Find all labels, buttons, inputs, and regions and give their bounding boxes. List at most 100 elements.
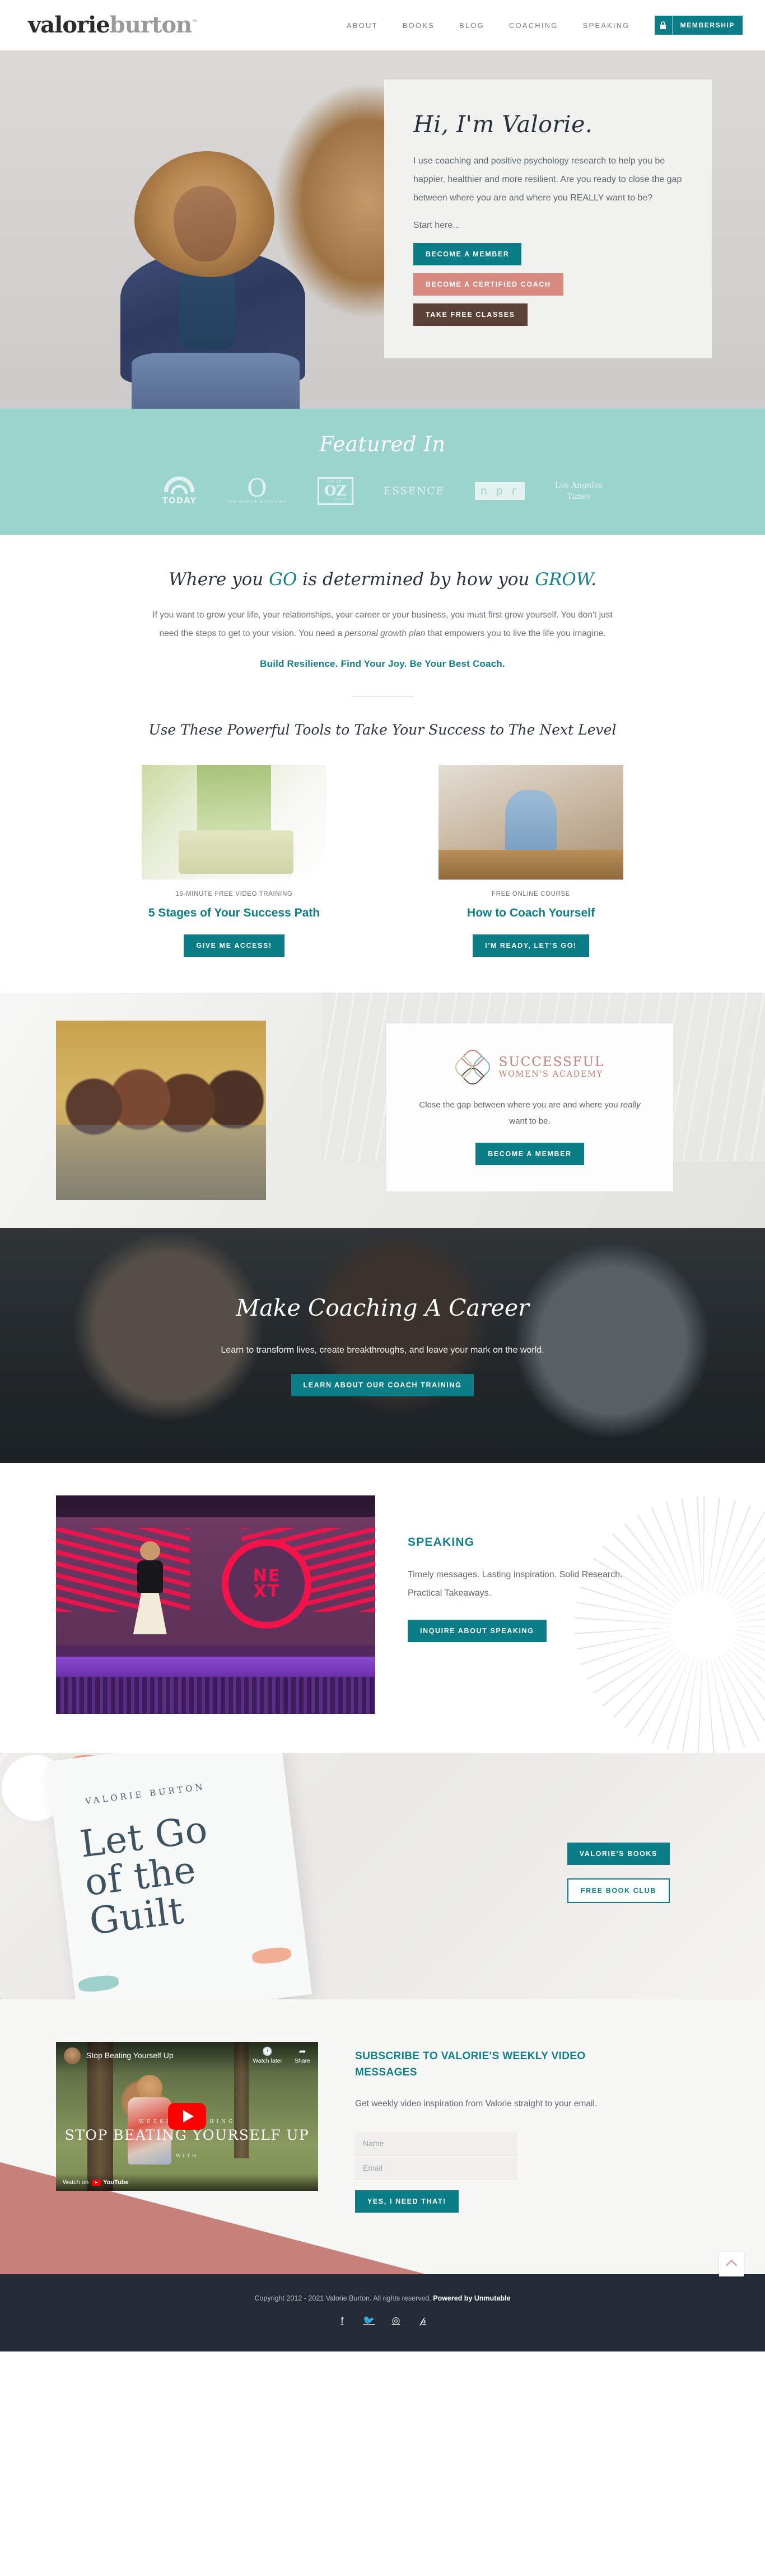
- swa-description-part2: want to be.: [509, 1116, 551, 1126]
- video-bottom-bar: Watch on YouTube: [56, 2174, 318, 2191]
- coaching-career-section: Make Coaching A Career Learn to transfor…: [0, 1228, 765, 1464]
- grow-heading-part2: is determined by how you: [297, 569, 535, 590]
- speaking-content: NE XT SPEAKING Timely messages. Lasting i…: [0, 1495, 765, 1714]
- chevron-up-icon: [726, 2260, 737, 2271]
- lock-icon: [655, 16, 673, 35]
- grow-tagline: Build Resilience. Find Your Joy. Be Your…: [260, 658, 505, 670]
- book-button-group: VALORIE'S BOOKS FREE BOOK CLUB: [567, 1843, 670, 1904]
- speaker-figure: [133, 1541, 167, 1635]
- youtube-play-icon: [92, 2179, 101, 2186]
- grow-heading-part1: Where you: [168, 569, 269, 590]
- swa-description: Close the gap between where you are and …: [409, 1097, 650, 1130]
- name-input[interactable]: [355, 2131, 517, 2156]
- email-input[interactable]: [355, 2156, 517, 2180]
- essence-logo: ESSENCE: [384, 485, 445, 497]
- page-root: valorieburton™ ABOUT BOOKS BLOG COACHING…: [0, 0, 765, 2351]
- subscribe-heading: SUBSCRIBE TO VALORIE'S WEEKLY VIDEO MESS…: [355, 2050, 586, 2078]
- swa-brand-line1: SUCCESSFUL: [498, 1055, 605, 1070]
- share-button[interactable]: ➦ Share: [295, 2047, 310, 2064]
- book-title: Let Go of the Guilt: [78, 1808, 219, 1943]
- subscribe-section: Stop Beating Yourself Up 🕐 Watch later ➦…: [0, 1999, 765, 2274]
- subscribe-submit-button[interactable]: YES, I NEED THAT!: [355, 2190, 459, 2213]
- swa-flower-icon: [451, 1046, 493, 1088]
- la-times-logo-line2: Times: [567, 492, 591, 501]
- free-book-club-button[interactable]: FREE BOOK CLUB: [567, 1878, 670, 1904]
- hero-body-text: I use coaching and positive psychology r…: [413, 156, 682, 203]
- membership-button[interactable]: MEMBERSHIP: [654, 16, 743, 35]
- im-ready-lets-go-button[interactable]: I'M READY, LET'S GO!: [473, 934, 589, 957]
- watch-later-button[interactable]: 🕐 Watch later: [253, 2047, 282, 2064]
- career-title: Make Coaching A Career: [236, 1294, 529, 1322]
- book-teal-swatch: [77, 1974, 120, 1994]
- give-me-access-button[interactable]: GIVE ME ACCESS!: [184, 934, 284, 957]
- grow-heading-grow: GROW: [535, 569, 591, 590]
- valories-books-button[interactable]: VALORIE'S BOOKS: [567, 1843, 670, 1866]
- swa-become-a-member-button[interactable]: BECOME A MEMBER: [475, 1143, 584, 1166]
- site-logo[interactable]: valorieburton™: [28, 12, 198, 38]
- nav-item-about[interactable]: ABOUT: [334, 21, 390, 30]
- footer-social-links: f 🐦 ◎ 𝓅: [0, 2315, 765, 2327]
- clock-icon: 🕐: [262, 2047, 273, 2057]
- speaking-section: NE XT SPEAKING Timely messages. Lasting i…: [0, 1463, 765, 1754]
- facebook-icon[interactable]: f: [336, 2315, 348, 2327]
- video-overlay-with: WITH: [176, 2153, 198, 2159]
- learn-about-coach-training-button[interactable]: LEARN ABOUT OUR COACH TRAINING: [291, 1374, 474, 1397]
- successful-womens-academy-section: SUCCESSFUL WOMEN'S ACADEMY Close the gap…: [0, 993, 765, 1228]
- tools-grid: 15-MINUTE FREE VIDEO TRAINING 5 Stages o…: [0, 765, 765, 957]
- tool-image-woman-in-kitchen[interactable]: [439, 765, 623, 880]
- subscribe-content: Stop Beating Yourself Up 🕐 Watch later ➦…: [0, 2042, 765, 2213]
- grow-body-part2: that empowers you to live the life you i…: [425, 628, 606, 638]
- hero-jeans-shape: [132, 353, 300, 409]
- tool-title-1: 5 Stages of Your Success Path: [148, 906, 320, 920]
- footer-powered-by[interactable]: Powered by Unmutable: [433, 2294, 510, 2302]
- watch-on-label: Watch on: [63, 2179, 89, 2186]
- swa-brand-line2: WOMEN'S ACADEMY: [498, 1069, 603, 1079]
- dr-oz-show-logo: THE DR. OZ SHOW: [317, 477, 353, 505]
- speaking-stage-photo: NE XT: [56, 1495, 375, 1714]
- today-logo: TODAY: [162, 476, 197, 506]
- featured-logo-row: TODAY O THE OPRAH MAGAZINE THE DR. OZ SH…: [0, 476, 765, 506]
- pinterest-icon[interactable]: 𝓅: [417, 2315, 429, 2327]
- grow-body-emphasis: personal growth plan: [344, 628, 426, 638]
- today-logo-label: TODAY: [162, 495, 197, 506]
- oz-logo-letters: OZ: [324, 483, 347, 499]
- hero-card: Hi, I'm Valorie. I use coaching and posi…: [384, 80, 712, 359]
- instagram-icon[interactable]: ◎: [390, 2315, 402, 2327]
- swa-description-part1: Close the gap between where you are and …: [419, 1100, 621, 1110]
- channel-avatar[interactable]: [64, 2047, 81, 2065]
- logo-trademark: ™: [192, 18, 198, 26]
- video-title[interactable]: Stop Beating Yourself Up: [86, 2047, 174, 2060]
- tools-section: Use These Powerful Tools to Take Your Su…: [0, 722, 765, 993]
- nav-item-coaching[interactable]: COACHING: [497, 21, 571, 30]
- scroll-to-top-button[interactable]: [719, 2251, 744, 2276]
- inquire-about-speaking-button[interactable]: INQUIRE ABOUT SPEAKING: [408, 1619, 547, 1642]
- youtube-logo[interactable]: YouTube: [92, 2179, 128, 2186]
- membership-label: MEMBERSHIP: [680, 21, 735, 29]
- tool-card-success-path: 15-MINUTE FREE VIDEO TRAINING 5 Stages o…: [142, 765, 326, 957]
- subscribe-form-block: SUBSCRIBE TO VALORIE'S WEEKLY VIDEO MESS…: [355, 2042, 624, 2213]
- become-a-member-button[interactable]: BECOME A MEMBER: [413, 243, 522, 266]
- become-a-certified-coach-button[interactable]: BECOME A CERTIFIED COACH: [413, 273, 563, 296]
- tool-image-woman-in-chair[interactable]: [142, 765, 326, 880]
- swa-photo-four-women: [56, 1021, 266, 1200]
- hero-start-text: Start here...: [413, 221, 460, 231]
- main-nav: ABOUT BOOKS BLOG COACHING SPEAKING MEMBE…: [334, 16, 743, 35]
- youtube-video-embed[interactable]: Stop Beating Yourself Up 🕐 Watch later ➦…: [56, 2042, 318, 2191]
- site-header: valorieburton™ ABOUT BOOKS BLOG COACHING…: [0, 0, 765, 50]
- nav-item-blog[interactable]: BLOG: [447, 21, 497, 30]
- hero-portrait: [101, 146, 336, 409]
- watch-later-label: Watch later: [253, 2058, 282, 2065]
- site-footer: Copyright 2012 - 2021 Valorie Burton. Al…: [0, 2251, 765, 2351]
- take-free-classes-button[interactable]: TAKE FREE CLASSES: [413, 303, 528, 326]
- grow-heading-part3: .: [591, 569, 597, 590]
- play-button-icon[interactable]: [168, 2103, 206, 2130]
- twitter-icon[interactable]: 🐦: [363, 2315, 375, 2327]
- footer-copyright: Copyright 2012 - 2021 Valorie Burton. Al…: [0, 2294, 765, 2302]
- logo-first: valorie: [28, 12, 110, 38]
- swa-card: SUCCESSFUL WOMEN'S ACADEMY Close the gap…: [386, 1023, 673, 1192]
- nav-item-books[interactable]: BOOKS: [390, 21, 447, 30]
- nav-item-speaking[interactable]: SPEAKING: [571, 21, 642, 30]
- oprah-logo-letter: O: [246, 474, 267, 503]
- youtube-label: YouTube: [103, 2179, 129, 2186]
- share-label: Share: [294, 2058, 310, 2065]
